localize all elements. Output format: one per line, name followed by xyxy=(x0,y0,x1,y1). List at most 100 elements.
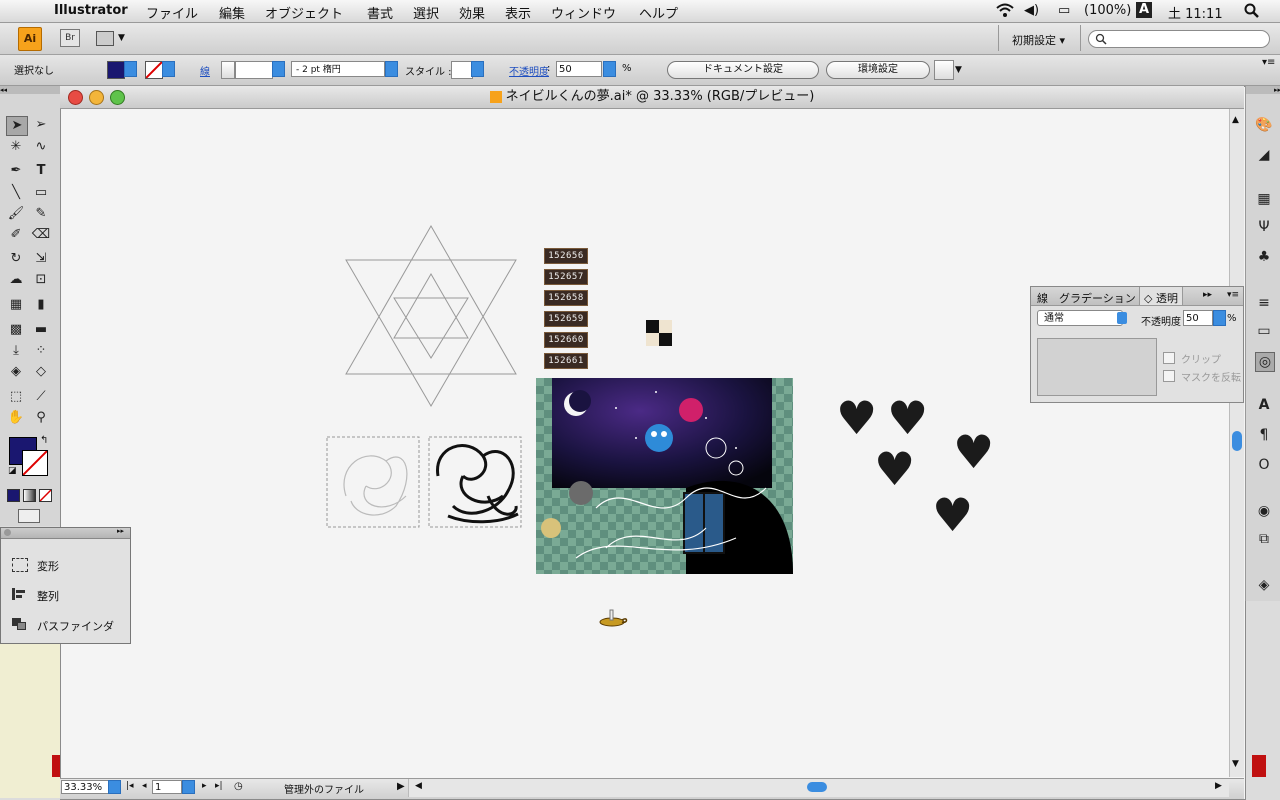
stroke-weight-input[interactable] xyxy=(235,61,273,79)
symbols-panel-icon[interactable]: ♣ xyxy=(1255,248,1273,266)
vertical-scrollbar[interactable]: ▲ ▼ xyxy=(1229,109,1244,777)
panel-menu-icon[interactable]: ▾≡ xyxy=(1227,290,1239,300)
paintbrush-tool-icon[interactable]: 🖌 xyxy=(6,205,26,223)
opentype-panel-icon[interactable]: O xyxy=(1255,456,1273,474)
blend-mode-select[interactable]: 通常 xyxy=(1037,310,1123,326)
zoom-tool-icon[interactable]: ⚲ xyxy=(31,409,51,427)
panel-close-icon[interactable] xyxy=(4,529,11,536)
scroll-left-icon[interactable]: ◀ xyxy=(415,781,422,791)
arrange-documents-icon[interactable] xyxy=(96,31,114,46)
stroke-stepper[interactable] xyxy=(221,61,235,79)
brushes-panel-icon[interactable]: Ψ xyxy=(1255,218,1273,236)
counter-label[interactable]: 152659 xyxy=(544,311,588,327)
live-paint-bucket-tool-icon[interactable]: ◈ xyxy=(6,363,26,381)
appearance-panel-icon[interactable]: ◉ xyxy=(1255,502,1273,520)
eraser-tool-icon[interactable]: ⌫ xyxy=(31,226,51,244)
type-tool-icon[interactable]: T xyxy=(31,162,51,180)
lasso-tool-icon[interactable]: ∿ xyxy=(31,138,51,156)
selection-tool-icon[interactable]: ➤ xyxy=(6,116,28,136)
stroke-dropdown-icon[interactable] xyxy=(162,61,175,77)
blend-mode-arrow-icon[interactable] xyxy=(1117,312,1127,324)
broken-heart-artwork[interactable]: ♥ xyxy=(836,395,877,441)
chevron-down-icon[interactable]: ▼ xyxy=(118,33,125,43)
counter-label[interactable]: 152658 xyxy=(544,290,588,306)
volume-icon[interactable]: ◀︎) xyxy=(1024,3,1039,18)
oil-lamp-artwork[interactable] xyxy=(598,606,630,628)
broken-heart-artwork[interactable]: ♥ xyxy=(953,429,994,475)
pathfinder-icon[interactable] xyxy=(12,618,26,630)
panel-header[interactable]: ▸▸ xyxy=(1,527,130,539)
layers-panel-icon[interactable]: ◈ xyxy=(1255,576,1273,594)
opacity-dropdown-icon[interactable] xyxy=(1213,310,1226,326)
hand-tool-icon[interactable]: ✋ xyxy=(6,409,26,427)
swap-colors-icon[interactable]: ↰ xyxy=(40,435,48,446)
app-menu[interactable]: Illustrator xyxy=(54,3,128,18)
horizontal-scrollbar[interactable]: ◀ ▶ xyxy=(408,779,1229,797)
horizontal-scroll-thumb[interactable] xyxy=(807,782,827,792)
style-dropdown-icon[interactable] xyxy=(471,61,484,77)
zoom-window-button[interactable] xyxy=(110,90,125,105)
variable-width-profile[interactable]: - 2 pt 楕円 xyxy=(291,61,385,77)
screen-mode-icon[interactable] xyxy=(18,509,40,523)
tab-gradient[interactable]: グラデーション xyxy=(1059,290,1136,306)
panel-expand-icon[interactable]: ▸▸ xyxy=(1203,290,1212,300)
none-mode-icon[interactable] xyxy=(39,489,52,502)
profile-dropdown-icon[interactable] xyxy=(385,61,398,77)
stroke-panel-icon[interactable]: ≡ xyxy=(1255,294,1273,312)
magic-wand-tool-icon[interactable]: ✳ xyxy=(6,138,26,156)
paragraph-panel-icon[interactable]: ¶ xyxy=(1255,426,1273,444)
menu-help[interactable]: ヘルプ xyxy=(639,3,678,22)
slice-tool-icon[interactable]: ⟋ xyxy=(31,388,51,406)
fill-swatch[interactable] xyxy=(107,61,125,79)
heart-artwork[interactable]: ♥ xyxy=(874,446,915,492)
file-status[interactable]: 管理外のファイル xyxy=(284,781,364,796)
opacity-dropdown-icon[interactable] xyxy=(603,61,616,77)
color-mode-icon[interactable] xyxy=(7,489,20,502)
color-guide-icon[interactable]: ◢ xyxy=(1255,146,1273,164)
default-colors-icon[interactable]: ◪ xyxy=(8,466,17,476)
preferences-button[interactable]: 環境設定 xyxy=(826,61,930,79)
stroke-label[interactable]: 線 xyxy=(200,63,210,78)
selection-tool-options-icon[interactable] xyxy=(934,60,954,80)
artboard-dropdown-icon[interactable] xyxy=(182,780,195,794)
panel-collapse-icon[interactable]: ◂◂ xyxy=(0,86,60,94)
counter-label[interactable]: 152660 xyxy=(544,332,588,348)
panel-item-pathfinder[interactable]: パスファインダ xyxy=(37,618,114,634)
stroke-weight-dropdown-icon[interactable] xyxy=(272,61,285,77)
stroke-swatch[interactable] xyxy=(145,61,163,79)
scroll-down-icon[interactable]: ▼ xyxy=(1232,759,1239,769)
stroke-color-swatch[interactable] xyxy=(22,450,48,476)
eyedropper-tool-icon[interactable]: ⤓ xyxy=(6,342,26,360)
menu-window[interactable]: ウィンドウ xyxy=(551,3,616,22)
mask-thumbnail[interactable] xyxy=(1037,338,1157,396)
menu-edit[interactable]: 編集 xyxy=(219,3,245,22)
checker-pattern-artwork[interactable] xyxy=(646,320,672,346)
counter-label[interactable]: 152661 xyxy=(544,353,588,369)
column-graph-tool-icon[interactable]: ▮ xyxy=(31,296,51,314)
line-tool-icon[interactable]: ╲ xyxy=(6,184,26,202)
document-setup-button[interactable]: ドキュメント設定 xyxy=(667,61,819,79)
chevron-down-icon[interactable]: ▼ xyxy=(955,65,962,75)
gradient-panel-icon[interactable]: ▭ xyxy=(1255,322,1273,340)
menu-view[interactable]: 表示 xyxy=(505,3,531,22)
broken-heart-artwork[interactable]: ♥ xyxy=(887,395,928,441)
previous-artboard-icon[interactable]: ◂ xyxy=(142,781,147,791)
opacity-input[interactable]: 50 xyxy=(556,61,602,77)
workspace-switcher[interactable]: 初期設定 ▾ xyxy=(1012,32,1065,48)
game-scene-artwork[interactable] xyxy=(536,378,793,574)
wifi-icon[interactable] xyxy=(995,3,1015,22)
last-artboard-icon[interactable]: ▸| xyxy=(215,781,223,791)
gradient-tool-icon[interactable]: ▬ xyxy=(31,321,51,339)
blob-brush-tool-icon[interactable]: ✐ xyxy=(6,226,26,244)
next-artboard-icon[interactable]: ▸ xyxy=(202,781,207,791)
counter-label[interactable]: 152656 xyxy=(544,248,588,264)
clock[interactable]: 土 11:11 xyxy=(1168,3,1223,22)
artboard-tool-icon[interactable]: ⬚ xyxy=(6,388,26,406)
clip-checkbox[interactable] xyxy=(1163,352,1175,364)
opacity-input[interactable]: 50 xyxy=(1183,310,1213,326)
scroll-up-icon[interactable]: ▲ xyxy=(1232,115,1239,125)
direct-selection-tool-icon[interactable]: ➢ xyxy=(31,116,51,134)
menu-effect[interactable]: 効果 xyxy=(459,3,485,22)
version-cue-icon[interactable]: ◷ xyxy=(234,781,243,792)
blend-tool-icon[interactable]: ⁘ xyxy=(31,342,51,360)
